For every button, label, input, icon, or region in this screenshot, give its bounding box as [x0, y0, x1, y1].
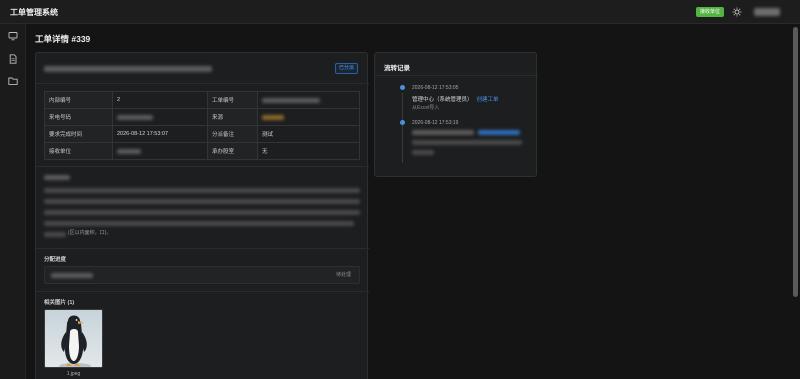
- ticket-subject: [44, 66, 212, 72]
- page-scrollbar[interactable]: [793, 27, 798, 297]
- timeline-line: [402, 93, 403, 163]
- assignee-name: [51, 273, 93, 278]
- app-title: 工单管理系统: [10, 8, 58, 17]
- entry-actor: 管理中心（系统管理员）: [412, 97, 473, 103]
- table-row: 要求完成时间 2026-08-12 17:53:07 分派备注 测试: [44, 125, 360, 143]
- image-thumbnail[interactable]: [44, 309, 103, 368]
- field-value: [257, 108, 360, 126]
- flow-record-card: 流转记录 2026-08-12 17:53:05 管理中心（系统管理员） 创建工单…: [374, 52, 538, 177]
- top-bar: 工单管理系统 接收单位: [0, 0, 800, 24]
- document-icon[interactable]: [8, 54, 18, 64]
- user-menu[interactable]: [754, 8, 780, 16]
- field-label: 来电号码: [44, 108, 113, 126]
- ticket-detail-card: 已分派 内部编号 2 工单编号 来电号码 来源 要求完成时间 2026-08-1…: [35, 52, 369, 379]
- table-row: 来电号码 来源: [44, 108, 360, 126]
- deadline-value: 2026-08-12 17:53:07: [112, 125, 208, 143]
- page-title: 工单详情 #339: [35, 34, 91, 44]
- images-title: 相关图片 (1): [44, 300, 75, 306]
- assignment-title: 分配进度: [44, 257, 67, 263]
- entry-note: [412, 140, 522, 145]
- entry-text: 管理中心（系统管理员） 创建工单: [412, 95, 499, 103]
- entry-action[interactable]: 创建工单: [477, 97, 499, 103]
- field-label: 分派备注: [207, 125, 258, 143]
- field-value: [112, 108, 208, 126]
- flow-title: 流转记录: [384, 65, 410, 72]
- field-label: 来源: [207, 108, 258, 126]
- field-label: 承办股室: [207, 142, 258, 160]
- ticket-info-table: 内部编号 2 工单编号 来电号码 来源 要求完成时间 2026-08-12 17…: [44, 91, 360, 160]
- timeline-dot: [400, 85, 405, 90]
- timeline-dot: [400, 120, 405, 125]
- role-badge[interactable]: 接收单位: [696, 7, 725, 17]
- content-fragment: (区以内面积，口)。: [68, 230, 112, 236]
- divider: [36, 291, 369, 292]
- field-label: 工单编号: [207, 91, 258, 109]
- entry-time: 2026-08-12 17:53:05: [412, 85, 459, 91]
- field-value: 无: [257, 142, 360, 160]
- sun-icon[interactable]: [732, 7, 742, 17]
- entry-time: 2026-08-12 17:53:19: [412, 120, 459, 126]
- sidebar: [0, 24, 26, 379]
- status-tag: 已分派: [335, 63, 359, 74]
- divider: [36, 83, 369, 84]
- entry-action[interactable]: [478, 130, 520, 135]
- divider: [375, 75, 538, 76]
- field-label: 内部编号: [44, 91, 113, 109]
- field-label: 接收单位: [44, 142, 113, 160]
- penguin-image: [45, 310, 102, 367]
- assignment-status: 待处理: [335, 272, 351, 278]
- assignment-row: 待处理: [44, 266, 360, 284]
- divider: [36, 166, 369, 167]
- field-value: [112, 142, 208, 160]
- table-row: 内部编号 2 工单编号: [44, 91, 360, 109]
- field-value: [257, 91, 360, 109]
- field-label: 要求完成时间: [44, 125, 113, 143]
- entry-note: 从Excel导入: [412, 105, 440, 111]
- divider: [36, 248, 369, 249]
- monitor-icon[interactable]: [8, 31, 18, 41]
- image-filename: 1.jpeg: [66, 371, 81, 377]
- table-row: 接收单位 承办股室 无: [44, 142, 360, 160]
- folder-icon[interactable]: [8, 76, 18, 86]
- field-value: 测试: [257, 125, 360, 143]
- entry-actor: [412, 130, 474, 135]
- field-value: 2: [112, 91, 208, 109]
